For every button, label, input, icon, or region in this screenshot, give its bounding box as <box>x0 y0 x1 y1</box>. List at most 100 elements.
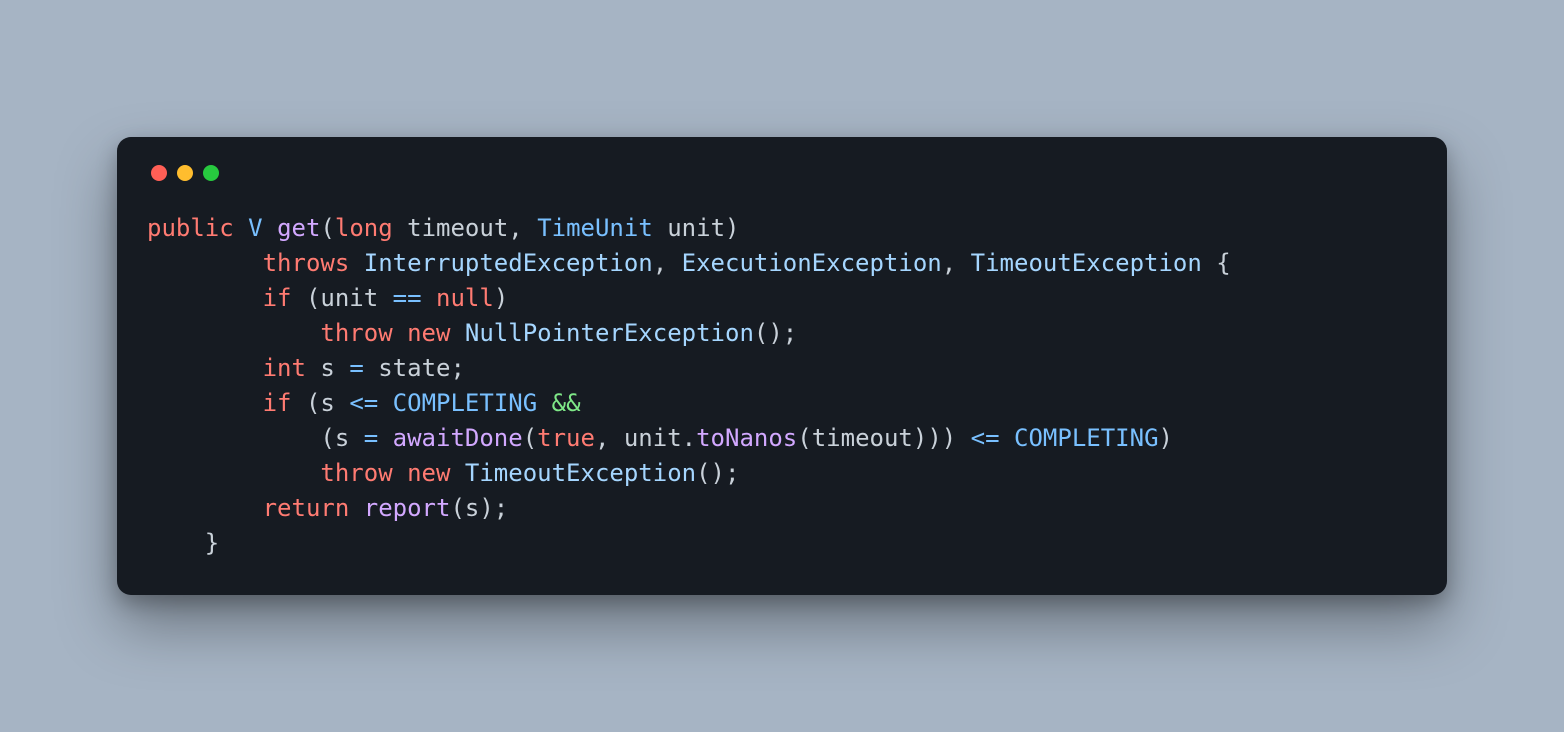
code-token: ; <box>450 354 464 382</box>
code-token: ( <box>450 494 464 522</box>
code-token: (); <box>696 459 739 487</box>
code-token: , <box>595 424 624 452</box>
code-token: public <box>147 214 234 242</box>
code-line: int s = state; <box>147 354 465 382</box>
window-traffic-lights <box>151 165 1417 181</box>
code-line: throw new NullPointerException(); <box>147 319 797 347</box>
code-card: public V get(long timeout, TimeUnit unit… <box>117 137 1447 595</box>
code-token: } <box>205 529 219 557</box>
code-token <box>378 389 392 417</box>
code-token: long <box>335 214 393 242</box>
code-token <box>147 284 263 312</box>
code-token: ) <box>1159 424 1173 452</box>
code-line: return report(s); <box>147 494 508 522</box>
code-token <box>393 214 407 242</box>
code-token: s <box>335 424 349 452</box>
code-token: new <box>407 319 450 347</box>
code-token: && <box>552 389 581 417</box>
code-token: = <box>349 354 363 382</box>
code-token: unit <box>320 284 378 312</box>
code-token: ) <box>725 214 739 242</box>
code-token: s <box>320 354 334 382</box>
code-token <box>1000 424 1014 452</box>
code-token <box>378 284 392 312</box>
code-token <box>234 214 248 242</box>
code-line: throws InterruptedException, ExecutionEx… <box>147 249 1231 277</box>
code-token: COMPLETING <box>1014 424 1159 452</box>
code-token: state <box>378 354 450 382</box>
code-token: if <box>263 389 292 417</box>
code-token <box>306 354 320 382</box>
code-token: TimeoutException <box>465 459 696 487</box>
code-token: int <box>263 354 306 382</box>
code-token: ( <box>147 424 335 452</box>
code-token <box>349 494 363 522</box>
minimize-icon[interactable] <box>177 165 193 181</box>
code-token: ( <box>292 389 321 417</box>
code-line: if (s <= COMPLETING && <box>147 389 581 417</box>
code-token: TimeoutException <box>971 249 1202 277</box>
code-token: toNanos <box>696 424 797 452</box>
code-token <box>653 214 667 242</box>
maximize-icon[interactable] <box>203 165 219 181</box>
code-token <box>147 319 320 347</box>
code-token <box>263 214 277 242</box>
code-token <box>364 354 378 382</box>
code-token: new <box>407 459 450 487</box>
code-token: { <box>1216 249 1230 277</box>
code-line: public V get(long timeout, TimeUnit unit… <box>147 214 739 242</box>
code-token <box>147 249 263 277</box>
code-token: ) <box>494 284 508 312</box>
code-line: if (unit == null) <box>147 284 508 312</box>
code-token: ( <box>320 214 334 242</box>
code-token: , <box>653 249 682 277</box>
code-token: V <box>248 214 262 242</box>
code-token: ExecutionException <box>682 249 942 277</box>
code-token: if <box>263 284 292 312</box>
code-token: , <box>508 214 537 242</box>
code-token <box>450 319 464 347</box>
code-token: timeout <box>812 424 913 452</box>
stage: public V get(long timeout, TimeUnit unit… <box>0 0 1564 732</box>
code-token: get <box>277 214 320 242</box>
code-token: ( <box>797 424 811 452</box>
code-token: <= <box>971 424 1000 452</box>
code-token <box>393 459 407 487</box>
code-token: ( <box>523 424 537 452</box>
code-line: (s = awaitDone(true, unit.toNanos(timeou… <box>147 424 1173 452</box>
code-block: public V get(long timeout, TimeUnit unit… <box>147 211 1417 561</box>
code-token: ))) <box>913 424 971 452</box>
code-line: } <box>147 529 219 557</box>
code-token: . <box>682 424 696 452</box>
code-token: throw <box>320 319 392 347</box>
code-token: TimeUnit <box>537 214 653 242</box>
code-token <box>147 389 263 417</box>
code-token <box>450 459 464 487</box>
code-token: unit <box>624 424 682 452</box>
code-token <box>393 319 407 347</box>
code-token <box>147 494 263 522</box>
code-token: throw <box>320 459 392 487</box>
code-token: s <box>320 389 334 417</box>
code-token: NullPointerException <box>465 319 754 347</box>
code-token <box>1202 249 1216 277</box>
code-token <box>335 389 349 417</box>
code-token: ( <box>292 284 321 312</box>
code-token: , <box>942 249 971 277</box>
code-token: = <box>364 424 378 452</box>
code-token: timeout <box>407 214 508 242</box>
code-token: awaitDone <box>393 424 523 452</box>
code-token <box>147 459 320 487</box>
code-token: return <box>263 494 350 522</box>
code-token: InterruptedException <box>364 249 653 277</box>
code-token <box>147 529 205 557</box>
code-token: report <box>364 494 451 522</box>
code-token <box>147 354 263 382</box>
close-icon[interactable] <box>151 165 167 181</box>
code-line: throw new TimeoutException(); <box>147 459 739 487</box>
code-token: == <box>393 284 422 312</box>
code-token <box>378 424 392 452</box>
code-token: true <box>537 424 595 452</box>
code-token: COMPLETING <box>393 389 538 417</box>
code-token <box>422 284 436 312</box>
